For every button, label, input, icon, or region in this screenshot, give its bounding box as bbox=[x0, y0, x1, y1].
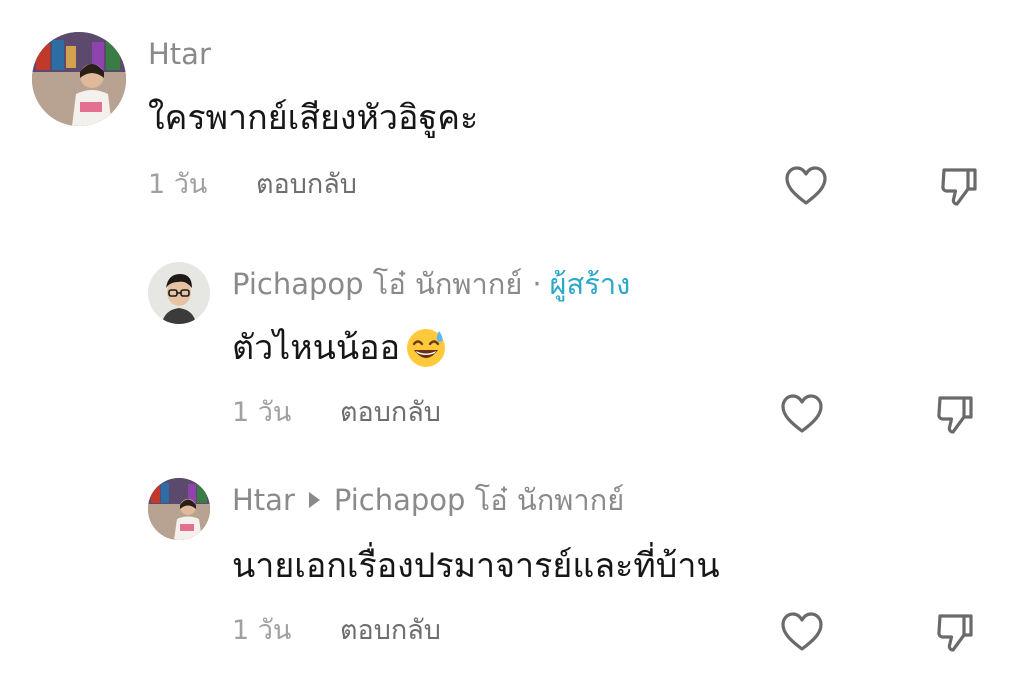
heart-icon[interactable] bbox=[778, 608, 826, 656]
comment-text-content: นายเอกเรื่องปรมาจารย์และที่บ้าน bbox=[232, 546, 720, 586]
username[interactable]: Pichapop โอ๋ นักพากย์ bbox=[232, 266, 522, 302]
comment-username[interactable]: Pichapop โอ๋ นักพากย์ · ผู้สร้าง bbox=[232, 266, 630, 302]
thumbs-down-icon[interactable] bbox=[932, 608, 980, 656]
avatar-image bbox=[148, 262, 210, 324]
heart-icon[interactable] bbox=[778, 390, 826, 438]
comment-username[interactable]: Htar Pichapop โอ๋ นักพากย์ bbox=[232, 482, 624, 518]
creator-badge: ผู้สร้าง bbox=[549, 267, 631, 301]
comment-text: นายเอกเรื่องปรมาจารย์และที่บ้าน bbox=[232, 544, 720, 588]
comment-text: ใครพากย์เสียงหัวอิฐูคะ bbox=[148, 96, 478, 140]
heart-icon[interactable] bbox=[782, 162, 830, 210]
comment-time: 1 วัน bbox=[232, 615, 292, 646]
comment-text-content: ตัวไหนน้ออ bbox=[232, 328, 401, 368]
avatar[interactable] bbox=[32, 32, 126, 126]
separator-dot: · bbox=[532, 267, 542, 301]
reply-button[interactable]: ตอบกลับ bbox=[340, 615, 441, 646]
username[interactable]: Htar bbox=[232, 482, 295, 518]
comment-meta: 1 วัน ตอบกลับ bbox=[148, 168, 357, 202]
avatar-image bbox=[32, 32, 126, 126]
avatar-image bbox=[148, 478, 210, 540]
username[interactable]: Htar bbox=[148, 36, 211, 72]
sweat-smile-emoji-icon bbox=[404, 326, 448, 370]
comment-text: ตัวไหนน้ออ bbox=[232, 326, 448, 370]
comment-time: 1 วัน bbox=[232, 397, 292, 428]
reply-arrow-icon bbox=[308, 492, 320, 508]
reply-button[interactable]: ตอบกลับ bbox=[256, 169, 357, 200]
comment-meta: 1 วัน ตอบกลับ bbox=[232, 614, 441, 648]
avatar[interactable] bbox=[148, 262, 210, 324]
comment-meta: 1 วัน ตอบกลับ bbox=[232, 396, 441, 430]
reply-to-username[interactable]: Pichapop โอ๋ นักพากย์ bbox=[334, 482, 624, 518]
comment-text-content: ใครพากย์เสียงหัวอิฐูคะ bbox=[148, 98, 479, 138]
thumbs-down-icon[interactable] bbox=[932, 390, 980, 438]
reply-button[interactable]: ตอบกลับ bbox=[340, 397, 441, 428]
thumbs-down-icon[interactable] bbox=[936, 162, 984, 210]
comment-time: 1 วัน bbox=[148, 169, 208, 200]
avatar[interactable] bbox=[148, 478, 210, 540]
comment-username[interactable]: Htar bbox=[148, 36, 211, 72]
